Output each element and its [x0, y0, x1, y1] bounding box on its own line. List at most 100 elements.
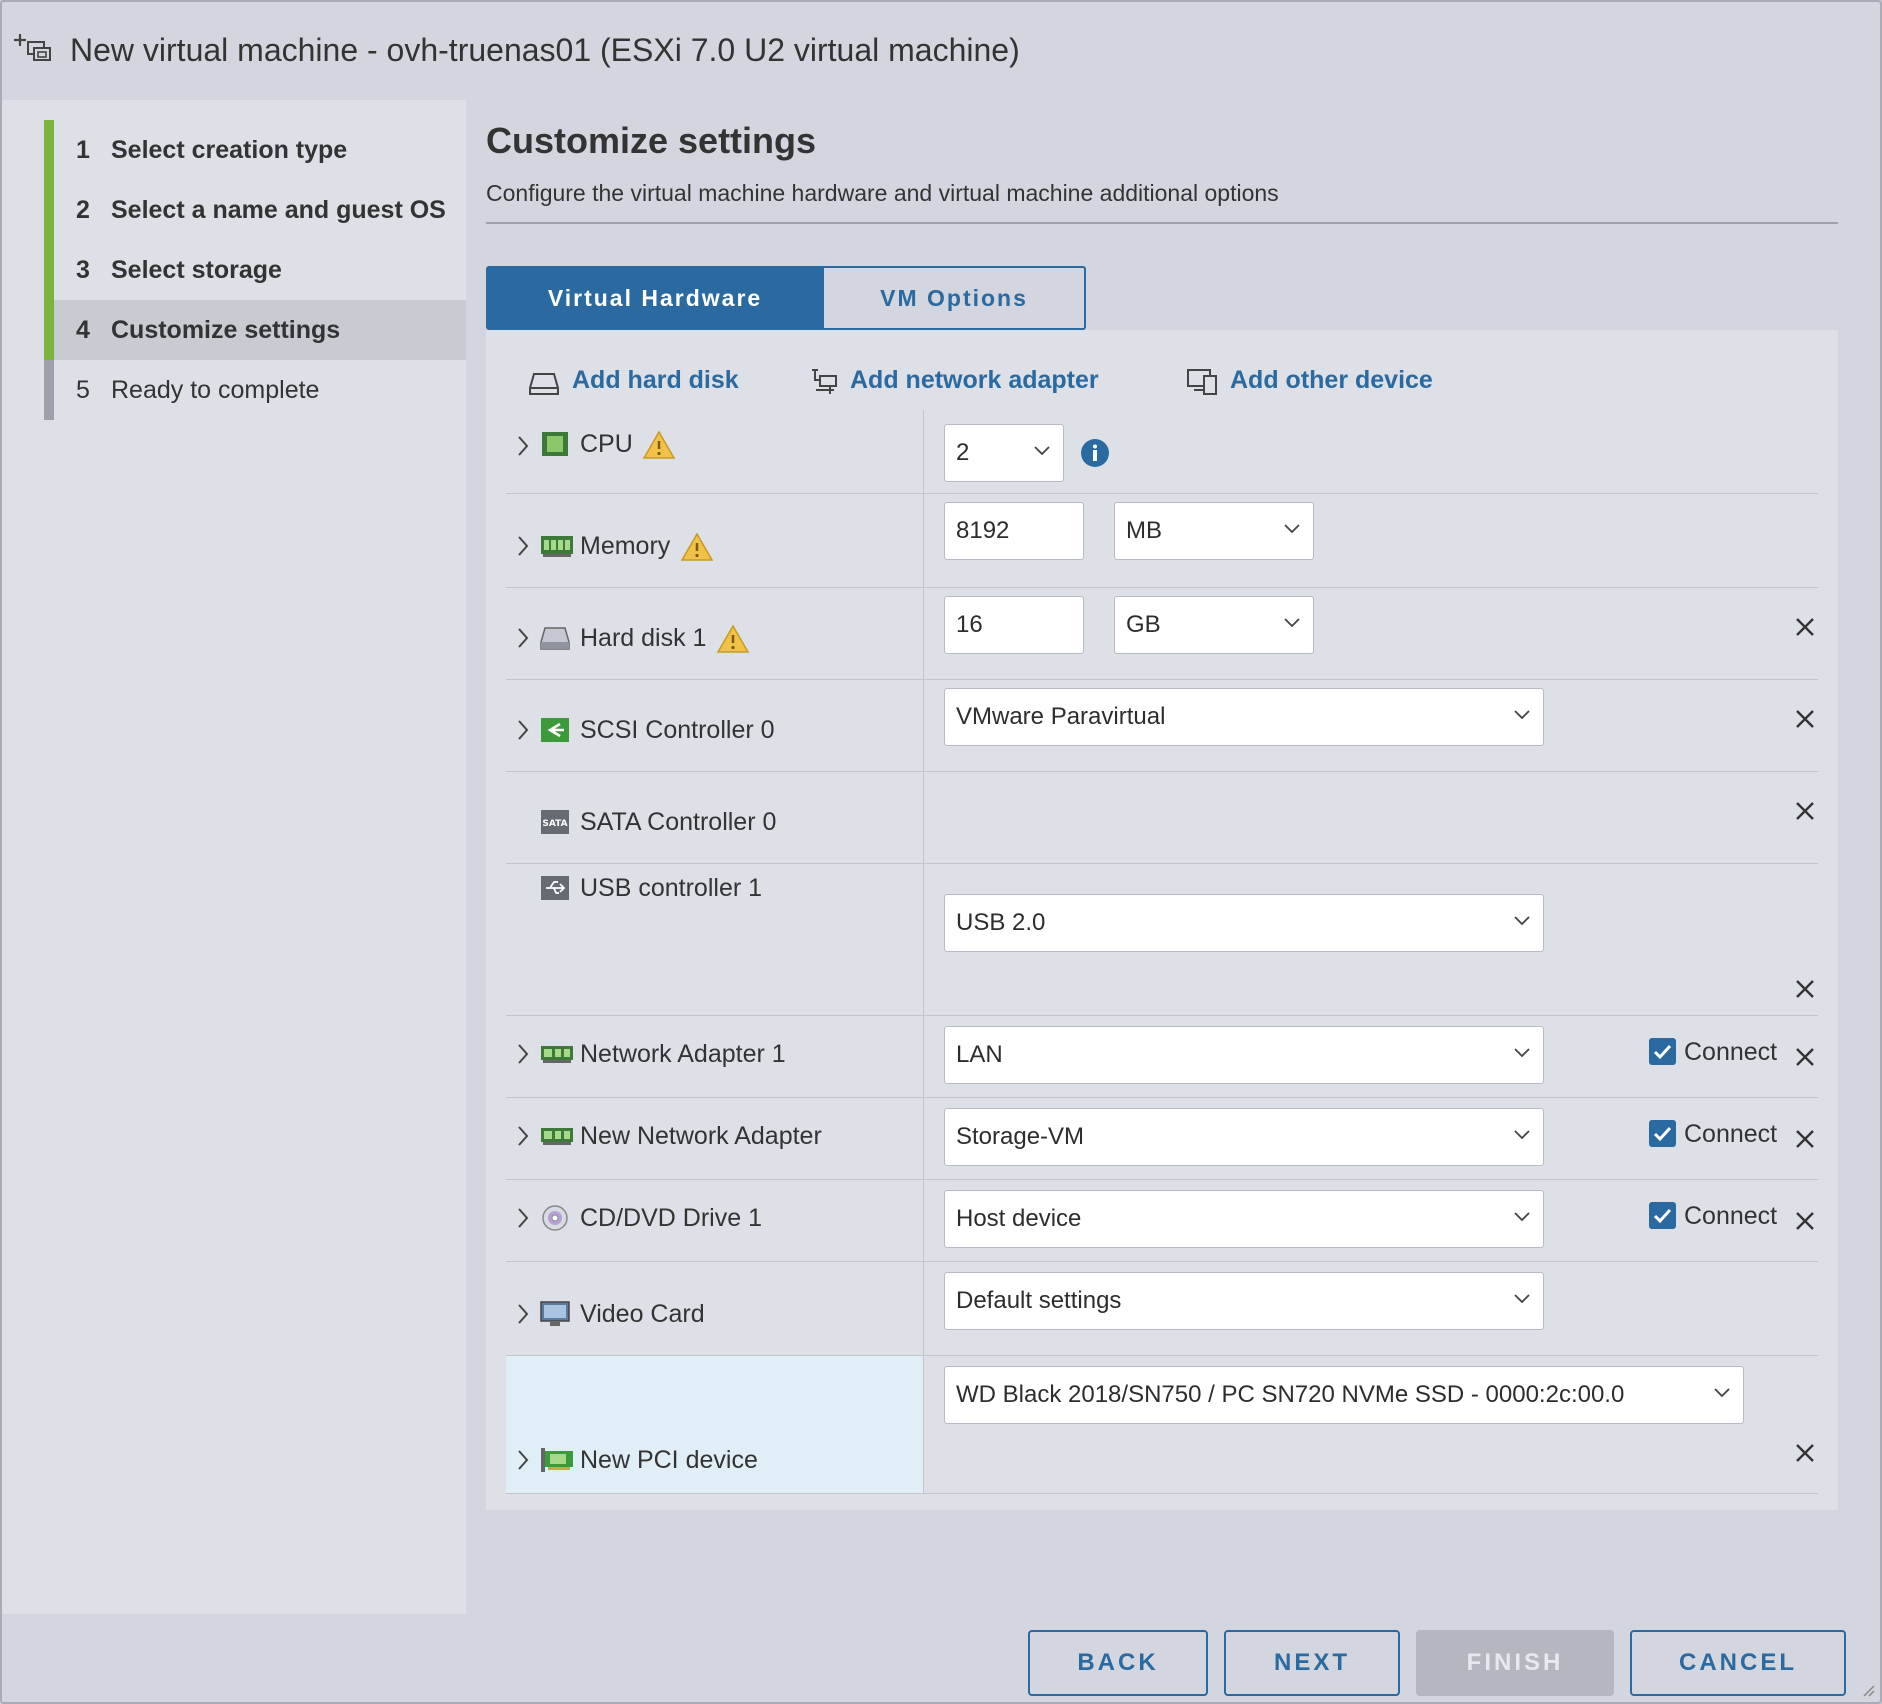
- remove-pci-device-icon[interactable]: [1792, 1440, 1818, 1466]
- page-title: Customize settings: [486, 120, 817, 161]
- checkbox-checked-icon[interactable]: [1649, 1038, 1676, 1065]
- tab-virtual-hardware[interactable]: Virtual Hardware: [486, 266, 824, 330]
- cd-dvd-icon: [542, 1205, 568, 1231]
- chevron-down-icon: [1714, 1388, 1730, 1398]
- add-network-adapter-label: Add network adapter: [850, 366, 1099, 394]
- cd-dvd-connect[interactable]: Connect: [1649, 1202, 1777, 1231]
- new-network-adapter-select[interactable]: Storage-VM: [944, 1108, 1544, 1166]
- connect-label: Connect: [1684, 1202, 1778, 1230]
- checkbox-checked-icon[interactable]: [1649, 1120, 1676, 1147]
- new-network-adapter-connect[interactable]: Connect: [1649, 1120, 1777, 1149]
- chevron-right-icon[interactable]: [516, 434, 530, 458]
- dialog-title: New virtual machine - ovh-truenas01 (ESX…: [70, 32, 1020, 68]
- remove-usb-icon[interactable]: [1792, 976, 1818, 1002]
- chevron-down-icon: [1034, 446, 1050, 456]
- memory-icon: [541, 536, 573, 557]
- resize-grip-icon[interactable]: [1858, 1680, 1876, 1698]
- hw-name-video-card: Video Card: [580, 1300, 705, 1328]
- remove-scsi-icon[interactable]: [1792, 706, 1818, 732]
- hard-disk-icon: [540, 627, 570, 650]
- chevron-right-icon[interactable]: [516, 1124, 530, 1148]
- hw-name-sata: SATA Controller 0: [580, 808, 777, 836]
- memory-unit-select[interactable]: MB: [1114, 502, 1314, 560]
- remove-hard-disk-icon[interactable]: [1792, 614, 1818, 640]
- chevron-right-icon[interactable]: [516, 1042, 530, 1066]
- add-other-device-button[interactable]: Add other device: [1186, 366, 1433, 395]
- step-label: Customize settings: [111, 316, 341, 344]
- next-button[interactable]: NEXT: [1224, 1630, 1400, 1696]
- chevron-down-icon: [1514, 916, 1530, 926]
- hw-name-memory: Memory: [580, 532, 671, 560]
- hard-disk-size-input[interactable]: 16: [944, 596, 1084, 654]
- add-network-adapter-button[interactable]: Add network adapter: [808, 366, 1099, 395]
- chevron-right-icon[interactable]: [516, 1448, 530, 1472]
- hw-row-hard-disk: Hard disk 1 16 GB: [506, 588, 1818, 680]
- connect-label: Connect: [1684, 1038, 1778, 1066]
- step-label: Ready to complete: [111, 376, 320, 404]
- finish-button[interactable]: FINISH: [1416, 1630, 1614, 1696]
- hw-label-usb: USB controller 1: [506, 864, 924, 1015]
- hw-label-cpu: CPU: [506, 410, 924, 493]
- step-customize-settings[interactable]: 4 Customize settings: [44, 300, 466, 360]
- hw-name-hard-disk: Hard disk 1: [580, 624, 707, 652]
- hard-disk-unit-select[interactable]: GB: [1114, 596, 1314, 654]
- hw-row-new-pci-device: New PCI device WD Black 2018/SN750 / PC …: [506, 1356, 1818, 1494]
- cd-dvd-select[interactable]: Host device: [944, 1190, 1544, 1248]
- chevron-right-icon[interactable]: [516, 1206, 530, 1230]
- remove-new-network-adapter-icon[interactable]: [1792, 1126, 1818, 1152]
- cpu-count-value: 2: [956, 439, 970, 466]
- network-adapter-1-connect[interactable]: Connect: [1649, 1038, 1777, 1067]
- other-device-icon: [1187, 369, 1217, 395]
- video-card-value: Default settings: [956, 1287, 1122, 1314]
- usb-version-select[interactable]: USB 2.0: [944, 894, 1544, 952]
- chevron-right-icon[interactable]: [516, 1302, 530, 1326]
- hw-row-video-card: Video Card Default settings: [506, 1262, 1818, 1356]
- add-hard-disk-label: Add hard disk: [572, 366, 739, 394]
- chevron-right-icon[interactable]: [516, 626, 530, 650]
- cancel-button[interactable]: CANCEL: [1630, 1630, 1846, 1696]
- step-ready-to-complete[interactable]: 5 Ready to complete: [44, 360, 466, 420]
- step-label: Select storage: [111, 256, 282, 284]
- memory-unit-value: MB: [1126, 517, 1162, 544]
- hard-disk-icon: [529, 373, 559, 395]
- network-adapter-1-select[interactable]: LAN: [944, 1026, 1544, 1084]
- back-button[interactable]: BACK: [1028, 1630, 1208, 1696]
- hw-label-cd-dvd: CD/DVD Drive 1: [506, 1180, 924, 1261]
- hw-row-cpu: CPU 2: [506, 410, 1818, 494]
- step-number: 1: [76, 136, 90, 164]
- remove-network-adapter-1-icon[interactable]: [1792, 1044, 1818, 1070]
- hw-row-new-network-adapter: New Network Adapter Storage-VM Connect: [506, 1098, 1818, 1180]
- new-network-adapter-value: Storage-VM: [956, 1123, 1085, 1150]
- remove-cd-dvd-icon[interactable]: [1792, 1208, 1818, 1234]
- scsi-type-value: VMware Paravirtual: [956, 703, 1166, 730]
- pci-device-select[interactable]: WD Black 2018/SN750 / PC SN720 NVMe SSD …: [944, 1366, 1744, 1424]
- chevron-down-icon: [1514, 710, 1530, 720]
- tab-vm-options[interactable]: VM Options: [824, 266, 1086, 330]
- usb-controller-icon: [541, 876, 569, 900]
- add-hard-disk-button[interactable]: Add hard disk: [528, 366, 739, 395]
- step-select-creation-type[interactable]: 1 Select creation type: [44, 120, 466, 180]
- step-number: 2: [76, 196, 90, 224]
- remove-sata-icon[interactable]: [1792, 798, 1818, 824]
- step-number: 3: [76, 256, 90, 284]
- hw-label-memory: Memory: [506, 494, 924, 587]
- chevron-right-icon[interactable]: [516, 534, 530, 558]
- main-content: Customize settings Configure the virtual…: [466, 100, 1882, 1614]
- warning-icon: [716, 624, 750, 653]
- step-select-storage[interactable]: 3 Select storage: [44, 240, 466, 300]
- chevron-down-icon: [1514, 1212, 1530, 1222]
- add-other-device-label: Add other device: [1230, 366, 1433, 394]
- step-select-name-guest-os[interactable]: 2 Select a name and guest OS: [44, 180, 466, 240]
- network-card-icon: [541, 1046, 573, 1063]
- scsi-type-select[interactable]: VMware Paravirtual: [944, 688, 1544, 746]
- step-label: Select a name and guest OS: [111, 196, 446, 224]
- hw-row-network-adapter-1: Network Adapter 1 LAN Connect: [506, 1016, 1818, 1098]
- cpu-count-select[interactable]: 2: [944, 424, 1064, 482]
- info-icon[interactable]: [1080, 438, 1110, 468]
- step-number: 4: [76, 316, 90, 344]
- chevron-down-icon: [1514, 1294, 1530, 1304]
- video-card-select[interactable]: Default settings: [944, 1272, 1544, 1330]
- memory-size-input[interactable]: 8192: [944, 502, 1084, 560]
- chevron-right-icon[interactable]: [516, 718, 530, 742]
- checkbox-checked-icon[interactable]: [1649, 1202, 1676, 1229]
